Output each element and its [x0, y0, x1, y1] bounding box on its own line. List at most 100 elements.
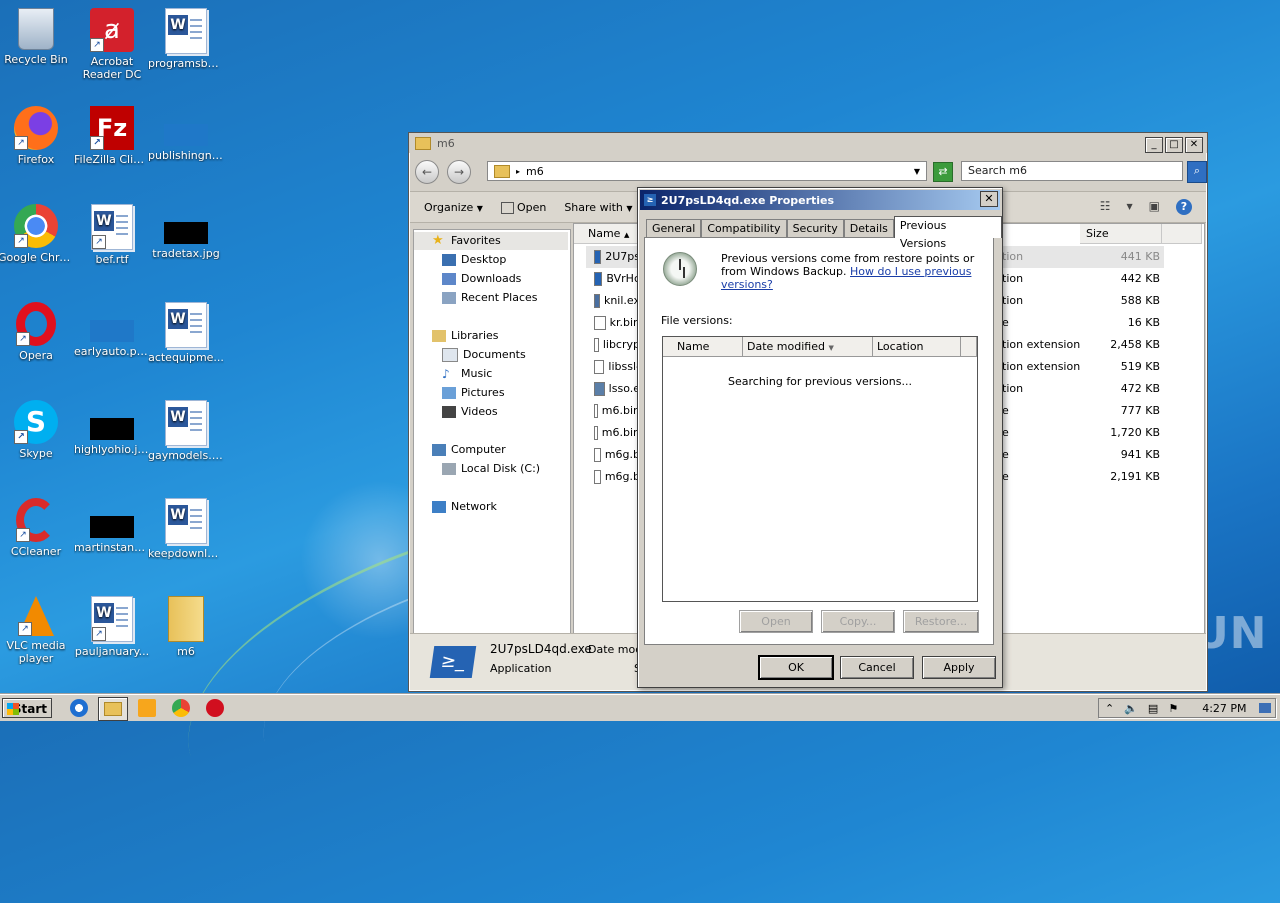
restore-version-button[interactable]: Restore... [903, 610, 979, 633]
media-player-icon[interactable] [138, 699, 156, 717]
desktop-icon-acrobat[interactable]: ⱥ ↗ Acrobat Reader DC [74, 8, 150, 81]
desktop-icon-programsbe[interactable]: programsbe... [148, 8, 224, 70]
tray-expand-icon[interactable]: ⌃ [1105, 702, 1114, 715]
view-options-icon[interactable]: ☷ [1100, 199, 1111, 215]
maximize-button[interactable]: □ [1165, 137, 1183, 153]
nav-libraries[interactable]: Libraries [432, 327, 499, 345]
flag-icon[interactable]: ⚑ [1168, 702, 1178, 715]
search-icon[interactable]: ⌕ [1187, 161, 1207, 183]
nav-pictures[interactable]: Pictures [442, 384, 505, 402]
column-header-date-modified[interactable]: Date modified ▼ [743, 337, 873, 357]
videos-icon [442, 406, 456, 418]
desktop-icon-bef-rtf[interactable]: ↗ bef.rtf [74, 204, 150, 266]
desktop-icon-vlc[interactable]: ↗ VLC media player [0, 596, 74, 665]
desktop-icon-tradetax[interactable]: tradetax.jpg [148, 204, 224, 260]
nav-documents[interactable]: Documents [442, 346, 526, 364]
desktop-icon-ccleaner[interactable]: ↗ CCleaner [0, 498, 74, 558]
desktop-icon-keepdownlo[interactable]: keepdownlo... [148, 498, 224, 560]
file-versions-list[interactable]: Name Date modified ▼ Location Searching … [662, 336, 978, 602]
nav-desktop[interactable]: Desktop [442, 251, 506, 269]
folder-icon [415, 136, 431, 150]
chrome-icon[interactable] [172, 699, 190, 717]
file-name: BVrHc [606, 272, 640, 285]
desktop-icon-publishingne[interactable]: publishingne... [148, 106, 224, 162]
desktop-icon-label: tradetax.jpg [152, 247, 220, 260]
desktop-icon-pauljanuary[interactable]: ↗ pauljanuary... [74, 596, 150, 658]
file-name: 2U7ps [605, 250, 640, 263]
speaker-icon[interactable]: 🔈 [1124, 702, 1138, 715]
explorer-titlebar[interactable]: m6 [409, 133, 1207, 153]
shortcut-arrow-icon: ↗ [18, 622, 32, 636]
shortcut-arrow-icon: ↗ [16, 528, 30, 542]
help-icon[interactable]: ? [1176, 199, 1192, 215]
desktop-icon-filezilla[interactable]: Fz ↗ FileZilla Client [74, 106, 150, 166]
desktop-icon-recycle-bin[interactable]: Recycle Bin [0, 8, 74, 66]
nav-music[interactable]: ♪ Music [442, 365, 492, 383]
chevron-down-icon[interactable]: ▼ [1127, 199, 1133, 215]
share-with-button[interactable]: Share with ▼ [564, 201, 632, 214]
tab-previous-versions[interactable]: Previous Versions [893, 216, 1002, 250]
nav-computer[interactable]: Computer [432, 441, 506, 459]
column-header-size[interactable]: Size [1080, 224, 1162, 244]
search-input[interactable]: Search m6 [961, 161, 1183, 181]
file-size: 442 KB [1120, 272, 1160, 285]
desktop-icon-highlyohio[interactable]: highlyohio.jpg [74, 400, 150, 456]
tab-general[interactable]: General [646, 219, 702, 238]
address-bar[interactable]: ▸ m6 ▼ [487, 161, 927, 181]
refresh-icon[interactable]: ⇄ [933, 162, 953, 182]
downloads-icon [442, 273, 456, 285]
taskbar-explorer-button[interactable] [98, 697, 128, 721]
desktop-icon-martinstand[interactable]: martinstand... [74, 498, 150, 554]
warning-app-icon[interactable] [206, 699, 224, 717]
desktop-icon-m6-folder[interactable]: m6 [148, 596, 224, 658]
back-button[interactable]: ← [415, 160, 439, 184]
folder-icon [494, 164, 510, 178]
chevron-right-icon[interactable]: ▸ [516, 167, 520, 176]
nav-videos[interactable]: Videos [442, 403, 498, 421]
start-button[interactable]: Start [2, 698, 52, 718]
cancel-button[interactable]: Cancel [840, 656, 914, 679]
tab-compatibility[interactable]: Compatibility [701, 219, 787, 238]
copy-version-button[interactable]: Copy... [821, 610, 895, 633]
details-type: Application [490, 662, 552, 675]
show-desktop-icon[interactable] [1259, 703, 1271, 713]
tab-security[interactable]: Security [786, 219, 844, 238]
desktop-icon-opera[interactable]: ↗ Opera [0, 302, 74, 362]
desktop-icon-gaymodels[interactable]: gaymodels.rtf [148, 400, 224, 462]
organize-button[interactable]: Organize ▼ [424, 201, 483, 214]
apply-button[interactable]: Apply [922, 656, 996, 679]
network-tray-icon[interactable]: ▤ [1148, 702, 1158, 715]
tab-details[interactable]: Details [843, 219, 894, 238]
column-header-name[interactable]: Name [663, 337, 743, 357]
desktop-icon-earlyauto[interactable]: earlyauto.png [74, 302, 150, 358]
desktop-icon-label: Recycle Bin [4, 53, 68, 66]
preview-pane-icon[interactable]: ▣ [1149, 199, 1160, 215]
column-header-extra[interactable] [1162, 224, 1202, 244]
nav-downloads[interactable]: Downloads [442, 270, 521, 288]
desktop-icon-firefox[interactable]: ↗ Firefox [0, 106, 74, 166]
column-header-location[interactable]: Location [873, 337, 961, 357]
open-version-button[interactable]: Open [739, 610, 813, 633]
view-controls: ☷ ▼ ▣ ? [1100, 199, 1192, 215]
dialog-close-button[interactable]: ✕ [980, 191, 998, 207]
nav-label: Libraries [451, 329, 499, 342]
file-icon [594, 360, 605, 374]
clock[interactable]: 4:27 PM [1202, 702, 1246, 715]
internet-explorer-icon[interactable] [70, 699, 88, 717]
nav-local-disk[interactable]: Local Disk (C:) [442, 460, 540, 478]
nav-recent-places[interactable]: Recent Places [442, 289, 538, 307]
nav-favorites[interactable]: ★ Favorites [432, 232, 501, 250]
minimize-button[interactable]: _ [1145, 137, 1163, 153]
nav-label: Desktop [461, 253, 507, 266]
chevron-down-icon[interactable]: ▼ [914, 167, 920, 176]
desktop-icon-skype[interactable]: S ↗ Skype [0, 400, 74, 460]
desktop-icon-actequipme[interactable]: actequipme... [148, 302, 224, 364]
dialog-titlebar[interactable]: ≥ 2U7psLD4qd.exe Properties [640, 190, 1000, 210]
ok-button[interactable]: OK [758, 655, 834, 680]
forward-button[interactable]: → [447, 160, 471, 184]
desktop-icon-label: highlyohio.jpg [74, 443, 150, 456]
close-button[interactable]: ✕ [1185, 137, 1203, 153]
open-button[interactable]: Open [500, 201, 546, 214]
desktop-icon-chrome[interactable]: ↗ Google Chrome [0, 204, 74, 264]
nav-network[interactable]: Network [432, 498, 497, 516]
